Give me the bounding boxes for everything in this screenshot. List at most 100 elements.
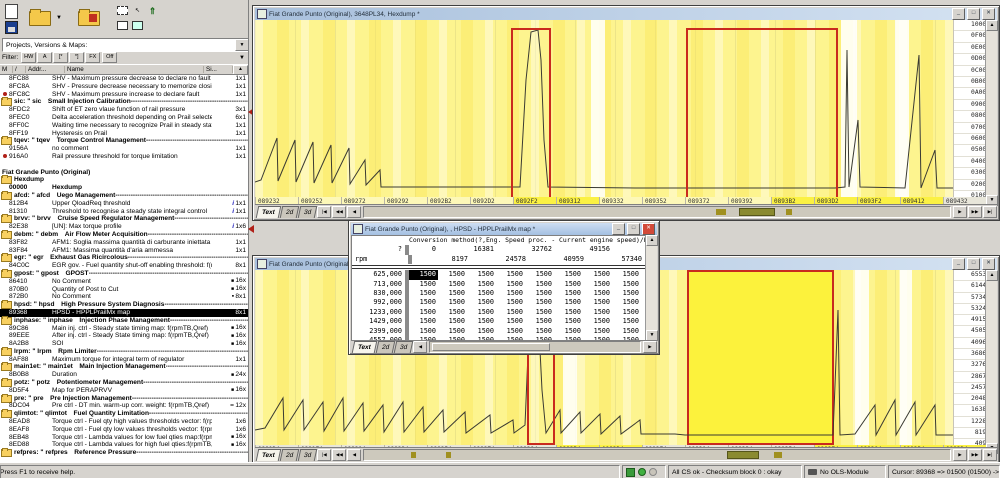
tree-row[interactable]: Hexdump <box>0 176 248 184</box>
tree-row[interactable]: hpsd: " hpsd High Pressure System Diagno… <box>0 301 248 309</box>
column-slash[interactable]: / <box>13 66 26 73</box>
map-cell[interactable]: 1500 <box>554 317 583 326</box>
map-cell[interactable]: 1500 <box>612 317 641 326</box>
select-area-button[interactable] <box>115 3 130 18</box>
map-row-header[interactable]: 1429,000 <box>352 317 405 326</box>
tree-row[interactable]: debm: " debm Air Flow Meter Acquisition <box>0 231 248 239</box>
horizontal-scrollbar[interactable] <box>363 206 951 218</box>
tree-row[interactable]: 8AF88Maximum torque for integral term of… <box>0 356 248 364</box>
horizontal-scrollbar[interactable] <box>363 449 951 461</box>
map-cell[interactable]: 1500 <box>438 270 467 279</box>
scroll-left-button[interactable]: ◀ <box>413 341 427 353</box>
pointer-info-button[interactable]: ↖ <box>130 3 145 18</box>
tab-text[interactable]: Text <box>256 206 281 218</box>
map-cell[interactable]: 1500 <box>554 289 583 298</box>
selection-red-box[interactable] <box>686 28 838 197</box>
close-button[interactable]: ✕ <box>982 8 995 20</box>
scroll-fast-left-button[interactable]: ◀◀ <box>332 449 346 461</box>
tree-row[interactable]: 8EAF8Torque ctrl - Fuel qty low values t… <box>0 426 248 434</box>
map-cell[interactable]: 1500 <box>409 327 438 336</box>
column-size[interactable]: Si... <box>204 66 233 73</box>
map-cell[interactable]: 1500 <box>438 298 467 307</box>
map-cell[interactable]: 1500 <box>496 327 525 336</box>
map-cell[interactable]: 1500 <box>583 280 612 289</box>
scroll-end-button[interactable]: ▶| <box>983 449 997 461</box>
tab-2d[interactable]: 2d <box>280 449 300 461</box>
tree-row[interactable]: 89368HPSD - HPPLPrailMx map8x1 <box>0 309 248 317</box>
scroll-right-button[interactable]: ▶ <box>643 341 657 353</box>
tree-row[interactable]: inphase: " inphase Injection Phase Manag… <box>0 317 248 325</box>
map-row-header[interactable]: 625,000 <box>352 270 405 279</box>
map-cell[interactable]: 1500 <box>525 298 554 307</box>
tab-2d[interactable]: 2d <box>280 206 300 218</box>
tree-row[interactable]: 83F84AFM1: Massima quantità d'aria ammes… <box>0 247 248 255</box>
tree-row[interactable]: main1et: " main1et Main Injection Manage… <box>0 363 248 371</box>
map-cell[interactable]: 1500 <box>438 317 467 326</box>
map-cell[interactable]: 1500 <box>438 289 467 298</box>
close-button[interactable]: ✕ <box>982 258 995 270</box>
map-cell[interactable]: 1500 <box>583 308 612 317</box>
scroll-home-button[interactable]: |◀ <box>317 449 331 461</box>
map-cell[interactable]: 1500 <box>496 308 525 317</box>
tab-text[interactable]: Text <box>352 341 377 353</box>
tree-row[interactable]: 8A2B8SOI■ 16x <box>0 340 248 348</box>
map-cell[interactable]: 1500 <box>409 308 438 317</box>
tree-row[interactable] <box>0 161 248 169</box>
tree-row[interactable]: 8FDC2Shift of ET zero vlaue function of … <box>0 106 248 114</box>
map-row-header[interactable]: 1233,000 <box>352 308 405 317</box>
tree-row[interactable]: refpres: " refpres Reference Pressure <box>0 449 248 457</box>
vertical-scrollbar[interactable]: ▲ ▼ <box>985 270 997 454</box>
save-button[interactable] <box>2 19 20 36</box>
tree-row[interactable]: 8FC88SHV - Maximum pressure decrease to … <box>0 75 248 83</box>
chevron-down-icon[interactable]: ▼ <box>235 39 249 51</box>
filter-toggle-button[interactable]: FX <box>85 52 100 63</box>
map-cell[interactable]: 1500 <box>554 280 583 289</box>
scroll-left-button[interactable]: ◀ <box>347 449 361 461</box>
tree-row[interactable]: 8FC8ASHV - Pressure decrease necessary t… <box>0 83 248 91</box>
map-cell[interactable]: 1500 <box>496 317 525 326</box>
scroll-right-button[interactable]: ▶ <box>953 206 967 218</box>
column-m[interactable]: M <box>0 66 13 73</box>
tree-row[interactable]: potz: " potz Potentiometer Management <box>0 379 248 387</box>
map-cell[interactable]: 1500 <box>496 289 525 298</box>
map-cell[interactable]: 1500 <box>554 327 583 336</box>
map-cell[interactable]: 1500 <box>525 289 554 298</box>
scroll-up-icon[interactable]: ▲ <box>646 235 658 246</box>
maximize-button[interactable]: □ <box>627 223 640 235</box>
tree-row[interactable]: 8ED88Torque ctrl - Lambda values for hig… <box>0 441 248 449</box>
map-row-header[interactable]: 830,000 <box>352 289 405 298</box>
tree-row[interactable]: egr: " egr Exhaust Gas Ricircolous <box>0 254 248 262</box>
map-cell[interactable]: 1500 <box>525 280 554 289</box>
open-dropdown-button[interactable]: ▼ <box>53 10 65 26</box>
open-project-button[interactable] <box>26 6 54 30</box>
import-file-button[interactable] <box>74 6 104 30</box>
selection-red-box[interactable] <box>511 28 551 197</box>
tree-row[interactable]: 8FEC0Delta acceleration threshold depend… <box>0 114 248 122</box>
column-addr[interactable]: Addr... <box>26 66 65 73</box>
map-cell[interactable]: 1500 <box>612 308 641 317</box>
tab-3d[interactable]: 3d <box>298 206 318 218</box>
horizontal-scrollbar[interactable] <box>429 341 641 353</box>
map-cell[interactable]: 1500 <box>467 280 496 289</box>
map-row-header[interactable]: 713,000 <box>352 280 405 289</box>
filter-off-button[interactable]: Off <box>102 52 117 63</box>
scrollbar-thumb[interactable] <box>727 451 759 459</box>
minimize-button[interactable]: _ <box>952 258 965 270</box>
map-cell[interactable]: 1500 <box>554 270 583 279</box>
checkin-button[interactable]: ⇑ <box>145 3 160 18</box>
tree-row[interactable]: afcd: " afcd Uego Management <box>0 192 248 200</box>
map-cell[interactable]: 1500 <box>467 308 496 317</box>
map-cell[interactable]: 1500 <box>612 270 641 279</box>
map-cell[interactable]: 1500 <box>467 317 496 326</box>
tree-row[interactable]: tqev: " tqev Torque Control Management <box>0 137 248 145</box>
map-row-header[interactable]: 2399,000 <box>352 327 405 336</box>
tree-row[interactable]: 81310Threshold to recognise a steady sta… <box>0 208 248 216</box>
map-cell[interactable]: 1500 <box>496 270 525 279</box>
tree-row[interactable]: 8B0B8Duration■ 24x <box>0 371 248 379</box>
tree-row[interactable]: brvv: " brvv Cruise Speed Regulator Mana… <box>0 215 248 223</box>
map-cell[interactable]: 1500 <box>467 298 496 307</box>
map-cell[interactable]: 1500 <box>438 308 467 317</box>
map-cell[interactable]: 1500 <box>496 298 525 307</box>
sidebar-combo[interactable]: Projects, Versions & Maps: ▼ <box>2 38 250 52</box>
scroll-right-button[interactable]: ▶ <box>953 449 967 461</box>
